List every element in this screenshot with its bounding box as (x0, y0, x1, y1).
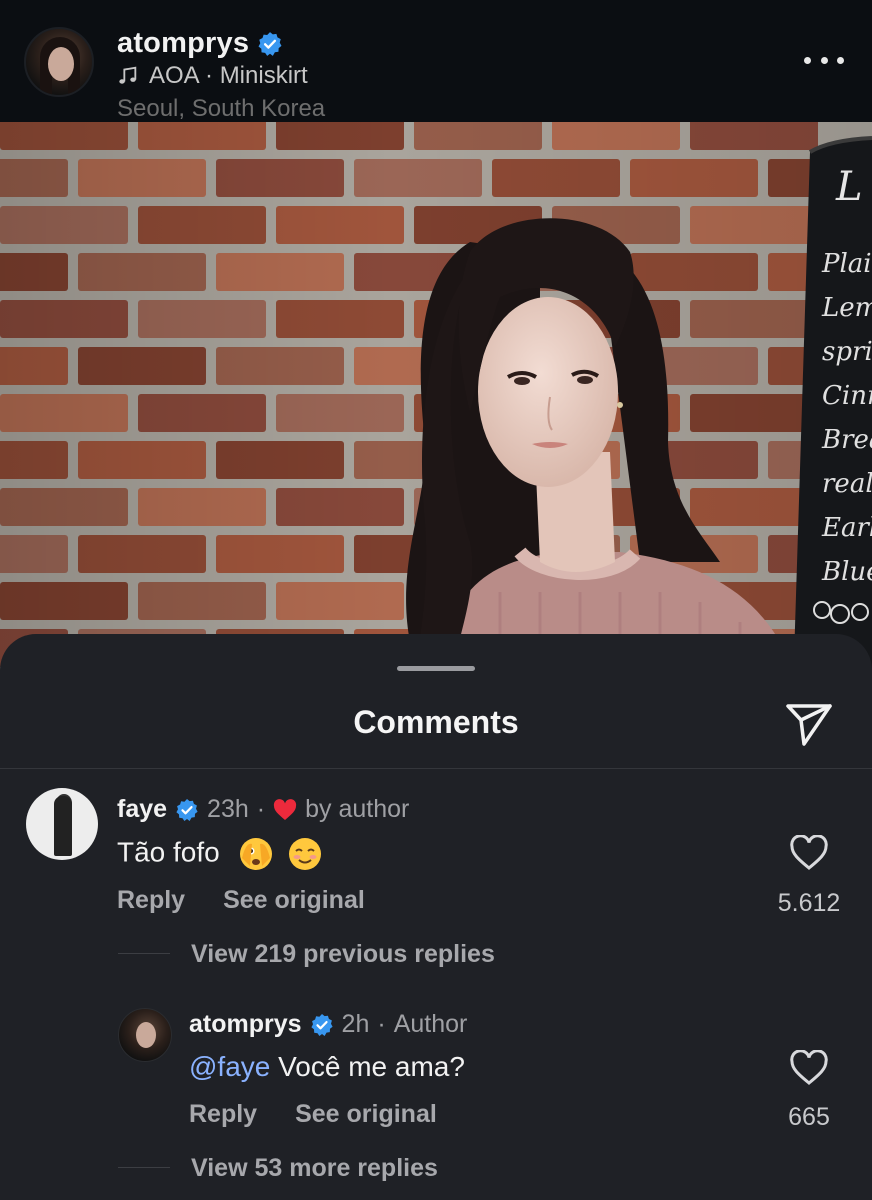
reply-username[interactable]: atomprys (189, 1010, 302, 1039)
more-dot (837, 56, 844, 64)
reply-actions: Reply See original (189, 1100, 437, 1129)
sheet-title: Comments (353, 704, 519, 740)
chalkboard-heading: L (835, 164, 863, 210)
mention-link[interactable]: @faye (189, 1051, 270, 1082)
reply-button[interactable]: Reply (117, 886, 185, 915)
comment-username[interactable]: faye (117, 795, 167, 824)
chalkboard-line: Blueber (821, 557, 872, 587)
avatar-figure (54, 796, 72, 856)
replies-divider-line (118, 953, 170, 954)
chalkboard-line: Plain (821, 249, 872, 279)
comment-meta: 23h · by author (207, 795, 409, 824)
chalkboard-line: Cinn (822, 381, 872, 411)
see-original-button[interactable]: See original (295, 1100, 437, 1129)
meta-separator: · (256, 795, 266, 823)
like-count: 665 (788, 1103, 830, 1131)
comment-actions: Reply See original (117, 886, 365, 915)
sheet-divider (0, 768, 872, 769)
like-heart-icon[interactable] (789, 1050, 829, 1086)
comment-header: faye 23h · by author (117, 795, 409, 824)
post-username-row[interactable]: atomprys (117, 27, 283, 60)
profile-avatar[interactable] (24, 27, 94, 97)
commenter-avatar[interactable] (26, 788, 98, 860)
replies-divider-line (118, 1167, 170, 1168)
sheet-drag-handle[interactable] (397, 666, 475, 671)
reply-header: atomprys 2h · Author (189, 1010, 467, 1039)
post-username[interactable]: atomprys (117, 27, 249, 60)
share-send-icon[interactable] (782, 698, 836, 748)
avatar-face (48, 47, 74, 81)
author-tag: Author (393, 1010, 468, 1038)
smiling-face-emoji-icon (289, 838, 322, 870)
chalkboard-line: real (822, 469, 872, 499)
reply-avatar[interactable] (118, 1008, 172, 1062)
post-location[interactable]: Seoul, South Korea (117, 95, 325, 123)
song-label: AOA · Miniskirt (149, 62, 308, 89)
like-count: 5.612 (777, 889, 841, 917)
author-liked-heart-icon (273, 798, 297, 820)
reply-time: 2h (341, 1010, 370, 1038)
verified-badge-icon (310, 1013, 333, 1036)
verified-badge-icon (176, 798, 198, 821)
chalkboard-line: Lemo (821, 293, 872, 323)
chalkboard-line: Bread (821, 425, 872, 455)
comment-text: Tão fofo (117, 836, 323, 872)
reply-button[interactable]: Reply (189, 1100, 257, 1129)
chalkboard-line: sprin (822, 337, 872, 367)
like-heart-icon[interactable] (789, 835, 829, 871)
view-more-replies-link[interactable]: View 53 more replies (191, 1154, 438, 1183)
view-previous-replies-link[interactable]: View 219 previous replies (191, 940, 495, 969)
post-header: atomprys AOA · Miniskirt Seoul, South Ko… (0, 0, 872, 122)
post-music-row[interactable]: AOA · Miniskirt (117, 62, 308, 90)
chalkboard-line: Earlg (821, 513, 872, 543)
music-note-icon (119, 66, 137, 84)
reply-body: Você me ama? (270, 1051, 465, 1082)
more-options-icon[interactable] (804, 52, 844, 68)
meta-separator: · (377, 1010, 386, 1038)
reply-meta: 2h · Author (342, 1010, 468, 1039)
more-dot (820, 56, 828, 64)
comment-time: 23h (207, 795, 249, 823)
see-original-button[interactable]: See original (223, 886, 365, 915)
more-dot (804, 56, 811, 64)
face-peeking-eye-emoji-icon (239, 838, 272, 870)
reply-text: @faye Você me ama? (189, 1051, 465, 1083)
post-photo[interactable]: L Plain Lemo sprin Cinn Bread real Earlg Bluebe… (0, 122, 872, 722)
avatar-face (136, 1022, 156, 1048)
author-like-label: by author (305, 795, 410, 823)
post-image: L Plain Lemo sprin Cinn Bread real Earlg Bluebe… (0, 122, 872, 722)
verified-badge-icon (258, 31, 282, 56)
comment-body: Tão fofo (117, 836, 220, 868)
